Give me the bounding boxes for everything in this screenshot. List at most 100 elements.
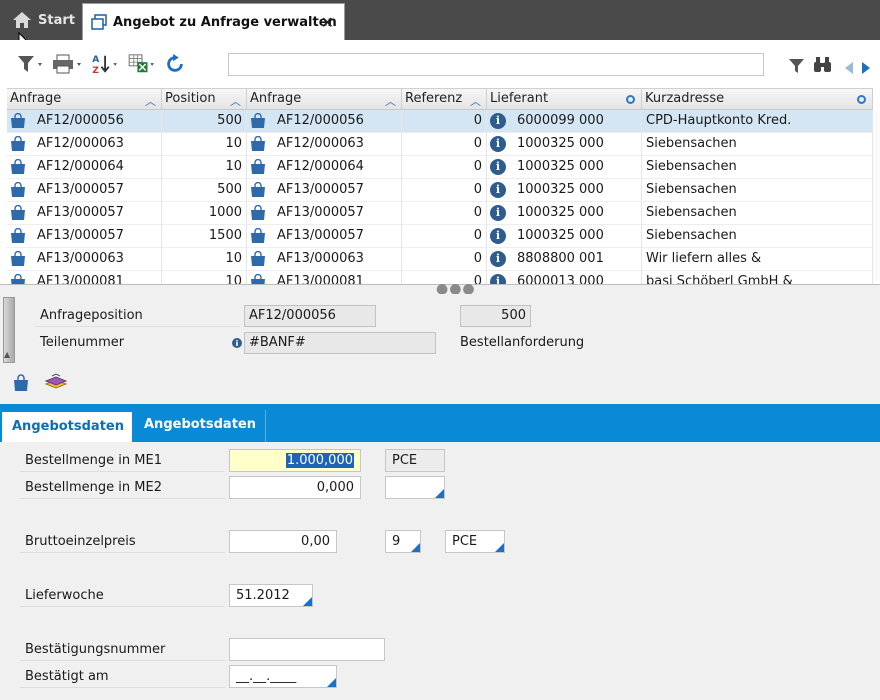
bestellmenge-me1-input[interactable]: 1.000,000 — [229, 449, 361, 472]
column-header-lieferant[interactable]: Lieferant — [487, 89, 642, 109]
bruttoeinzelpreis-label: Bruttoeinzelpreis — [25, 534, 136, 549]
collapse-arrow-icon: ▲ — [4, 350, 11, 359]
me1-unit-field: PCE — [385, 449, 445, 472]
divider — [20, 471, 225, 472]
cell-text: AF13/000081 — [37, 274, 124, 284]
tab-start[interactable]: Start — [0, 0, 80, 40]
tab-angebot-verwalten[interactable]: Angebot zu Anfrage verwalten ✕ — [82, 3, 345, 40]
info-icon[interactable]: i — [490, 228, 506, 244]
edit-stack-icon[interactable] — [44, 372, 68, 392]
divider — [20, 660, 225, 661]
filter-icon[interactable] — [788, 55, 806, 77]
close-icon[interactable]: ✕ — [321, 13, 334, 32]
splitter[interactable]: ●●● — [0, 282, 880, 296]
bestaetigt-am-label: Bestätigt am — [25, 669, 109, 684]
divider — [20, 687, 225, 688]
cell-text: AF13/000063 — [277, 251, 364, 266]
arrow-right-icon[interactable] — [860, 57, 872, 79]
column-header-anfrage[interactable]: Anfrage ︿ — [7, 89, 162, 109]
lieferwoche-input[interactable]: 51.2012 — [229, 584, 313, 607]
column-header-position[interactable]: Position ︿ — [162, 89, 247, 109]
preis-unit-select[interactable]: PCE — [445, 530, 505, 553]
results-grid: Anfrage ︿ Position ︿ Anfrage ︿ Referenz … — [0, 88, 880, 284]
bestellmenge-me2-input[interactable]: 0,000 — [229, 476, 361, 499]
dropdown-corner-icon — [327, 678, 336, 687]
shopping-bag-icon — [250, 273, 266, 284]
cell-text: 10 — [225, 159, 242, 174]
divider — [35, 326, 240, 327]
shopping-bag-icon — [250, 112, 266, 133]
cell-text: 10 — [225, 251, 242, 266]
shopping-bag-icon — [10, 158, 26, 179]
sort-asc-icon: ︿ — [470, 95, 481, 108]
bestaetigungsnummer-input[interactable] — [229, 638, 385, 661]
me2-unit-select[interactable] — [385, 476, 445, 499]
cell-text: AF12/000056 — [37, 113, 124, 128]
sort-az-icon[interactable]: A Z — [90, 53, 122, 75]
table-row[interactable]: AF12/000056 500 AF12/000056 0 i 6000099 000 CP… — [7, 110, 873, 133]
info-icon[interactable]: i — [490, 274, 506, 284]
sort-asc-icon: ︿ — [230, 95, 241, 108]
refresh-icon[interactable] — [163, 53, 187, 75]
table-cell-anfrage2: AF12/000064 — [247, 156, 402, 179]
table-cell-anfrage: AF13/000057 — [7, 202, 162, 225]
bruttoeinzelpreis-input[interactable]: 0,00 — [229, 530, 337, 553]
cell-text: AF12/000063 — [37, 136, 124, 151]
table-cell-lieferant: i 6000013 000 — [487, 271, 642, 284]
info-icon[interactable]: i — [490, 113, 506, 129]
tab-bar: Start Angebot zu Anfrage verwalten ✕ — [0, 0, 880, 50]
info-icon[interactable] — [232, 338, 242, 348]
bestaetigt-am-input[interactable]: __.__.____ — [229, 665, 337, 688]
table-cell-lieferant: i 1000325 000 — [487, 179, 642, 202]
table-row[interactable]: AF12/000064 10 AF12/000064 0 i 1000325 000 Sie… — [7, 156, 873, 179]
shopping-bag-icon — [10, 181, 26, 202]
print-icon[interactable] — [52, 53, 84, 75]
info-icon[interactable]: i — [490, 205, 506, 221]
table-row[interactable]: AF12/000063 10 AF12/000063 0 i 1000325 000 Sie… — [7, 133, 873, 156]
table-cell-referenz: 0 — [402, 156, 487, 179]
cell-text: 500 — [217, 113, 242, 128]
shopping-bag-icon — [10, 112, 26, 133]
cell-text: AF12/000064 — [277, 159, 364, 174]
cell-text: 10 — [225, 274, 242, 284]
table-row[interactable]: AF13/000057 1500 AF13/000057 0 i 1000325 000 S… — [7, 225, 873, 248]
tab-active-label: Angebot zu Anfrage verwalten — [113, 14, 337, 30]
column-header-anfrage-2[interactable]: Anfrage ︿ — [247, 89, 402, 109]
column-option-icon — [626, 95, 635, 104]
dropdown-corner-icon — [303, 597, 312, 606]
info-icon[interactable]: i — [490, 136, 506, 152]
table-cell-lieferant: i 6000099 000 — [487, 110, 642, 133]
cell-text: 1000325 000 — [517, 205, 604, 220]
table-cell-referenz: 0 — [402, 248, 487, 271]
info-icon[interactable]: i — [490, 182, 506, 198]
cell-text: 1000325 000 — [517, 182, 604, 197]
arrow-left-icon[interactable] — [843, 57, 855, 79]
cell-text: AF13/000063 — [37, 251, 124, 266]
table-cell-referenz: 0 — [402, 133, 487, 156]
shopping-bag-icon[interactable] — [12, 374, 30, 392]
table-row[interactable]: AF13/000057 500 AF13/000057 0 i 1000325 000 Si… — [7, 179, 873, 202]
lieferwoche-label: Lieferwoche — [25, 588, 104, 603]
binoculars-icon[interactable] — [812, 54, 834, 76]
info-icon[interactable]: i — [490, 159, 506, 175]
preiseinheit-select[interactable]: 9 — [385, 530, 421, 553]
sort-asc-icon: ︿ — [145, 95, 156, 108]
export-excel-icon[interactable] — [127, 53, 157, 75]
column-header-referenz[interactable]: Referenz ︿ — [402, 89, 487, 109]
tab-angebotsdaten-2[interactable]: Angebotsdaten 2 — [134, 410, 266, 462]
tab-angebotsdaten-1[interactable]: Angebotsdaten 1 — [2, 410, 132, 464]
cell-text: 0 — [473, 159, 482, 174]
cell-text: 1000325 000 — [517, 136, 604, 151]
table-cell-anfrage2: AF13/000057 — [247, 225, 402, 248]
info-icon[interactable]: i — [490, 251, 506, 267]
cell-text: Siebensachen — [646, 205, 737, 220]
table-row[interactable]: AF13/000057 1000 AF13/000057 0 i 1000325 000 S… — [7, 202, 873, 225]
cell-text: AF13/000057 — [37, 182, 124, 197]
column-header-label: Anfrage — [10, 91, 62, 106]
column-header-kurzadresse[interactable]: Kurzadresse — [642, 89, 873, 109]
grid-scrollbar[interactable] — [873, 110, 880, 280]
table-row[interactable]: AF13/000063 10 AF13/000063 0 i 8808800 001 Wir… — [7, 248, 873, 271]
filter-icon[interactable] — [16, 53, 46, 75]
shopping-bag-icon — [10, 135, 26, 156]
search-input[interactable] — [228, 53, 764, 76]
